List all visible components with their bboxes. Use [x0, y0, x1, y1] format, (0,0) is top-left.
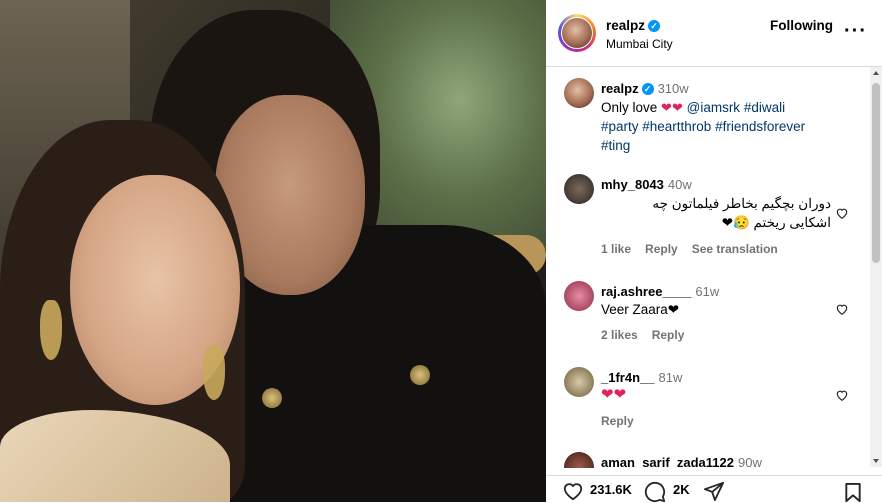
- comment-username[interactable]: mhy_8043 40w: [601, 177, 692, 192]
- story-ring[interactable]: [558, 14, 596, 52]
- list-item: aman_sarif_zada1122 90w: [546, 452, 868, 468]
- action-bar: 231.6K 2K: [546, 475, 882, 503]
- post-header: realpz ✓ Mumbai City Following ···: [546, 0, 882, 67]
- comment-text: دوران بچگیم بخاطر فیلماتون چه اشکایی ریخ…: [591, 194, 831, 232]
- caption-line: Only love: [601, 100, 658, 115]
- earring: [40, 300, 62, 360]
- avatar[interactable]: [564, 452, 594, 468]
- see-translation-button[interactable]: See translation: [692, 242, 778, 256]
- post-location[interactable]: Mumbai City: [606, 37, 673, 51]
- comment-time: 90w: [737, 455, 762, 468]
- mention-link[interactable]: @iamsrk #diwali: [687, 100, 785, 115]
- more-options-icon[interactable]: ···: [844, 20, 867, 43]
- comment-username[interactable]: _1fr4n__ 81w: [601, 370, 682, 385]
- comment-username-text[interactable]: mhy_8043: [601, 177, 664, 192]
- post-username-text[interactable]: realpz: [606, 18, 645, 33]
- reply-button[interactable]: Reply: [645, 242, 678, 256]
- scroll-down-icon[interactable]: [873, 459, 879, 463]
- reply-button[interactable]: Reply: [652, 328, 685, 342]
- comment-username-text[interactable]: raj.ashree____: [601, 284, 691, 299]
- avatar[interactable]: [564, 281, 594, 311]
- comment-username-text[interactable]: aman_sarif_zada1122: [601, 455, 734, 468]
- following-button[interactable]: Following: [770, 18, 833, 33]
- reply-button[interactable]: Reply: [601, 414, 634, 428]
- post-sidebar: realpz ✓ Mumbai City Following ··· realpz…: [546, 0, 882, 503]
- comment-meta: Reply: [601, 414, 648, 428]
- verified-badge-icon: ✓: [648, 20, 661, 32]
- post-username[interactable]: realpz ✓: [606, 18, 661, 33]
- comment-meta: 1 like Reply See translation: [601, 242, 792, 256]
- earring: [203, 345, 225, 400]
- post-photo[interactable]: [0, 0, 546, 502]
- avatar[interactable]: [564, 174, 594, 204]
- scrollbar-thumb[interactable]: [872, 83, 880, 263]
- likes-count[interactable]: 2 likes: [601, 328, 638, 342]
- avatar[interactable]: [564, 367, 594, 397]
- comment-text: ❤❤: [601, 386, 627, 403]
- comment-icon[interactable]: [644, 481, 666, 503]
- like-heart-icon[interactable]: [835, 206, 849, 220]
- comment-text-line: اشکایی ریختم 😥❤: [721, 215, 831, 230]
- jacket-button: [262, 388, 282, 408]
- avatar[interactable]: [564, 78, 594, 108]
- save-bookmark-icon[interactable]: [844, 482, 862, 503]
- comment-time: 40w: [667, 177, 692, 192]
- comment-username[interactable]: raj.ashree____ 61w: [601, 284, 719, 299]
- heart-emoji: ❤❤: [661, 100, 683, 115]
- verified-badge-icon: ✓: [641, 83, 654, 95]
- comments-count[interactable]: 2K: [673, 482, 690, 497]
- caption-username-text[interactable]: realpz: [601, 81, 639, 96]
- scroll-up-icon[interactable]: [873, 71, 879, 75]
- likes-count[interactable]: 1 like: [601, 242, 631, 256]
- caption-time: 310w: [657, 81, 689, 96]
- comment-username[interactable]: aman_sarif_zada1122 90w: [601, 455, 762, 468]
- jacket-button: [410, 365, 430, 385]
- share-icon[interactable]: [703, 481, 725, 501]
- comment-username-text[interactable]: _1fr4n__: [601, 370, 654, 385]
- comment-text-line: دوران بچگیم بخاطر فیلماتون چه: [652, 196, 831, 211]
- caption-username[interactable]: realpz ✓ 310w: [601, 81, 689, 96]
- comments-scrollbar[interactable]: [870, 67, 882, 467]
- hashtag-link[interactable]: #party #heartthrob #friendsforever: [601, 119, 805, 134]
- like-heart-icon[interactable]: [835, 302, 849, 316]
- hashtag-link[interactable]: #ting: [601, 138, 630, 153]
- caption-text: Only love ❤❤ @iamsrk #diwali #party #hea…: [601, 98, 831, 155]
- like-heart-icon[interactable]: [835, 388, 849, 402]
- comment-text: Veer Zaara❤: [601, 302, 680, 317]
- comment-time: 81w: [658, 370, 683, 385]
- like-heart-icon[interactable]: [562, 481, 584, 501]
- avatar[interactable]: [561, 17, 593, 49]
- likes-count[interactable]: 231.6K: [590, 482, 632, 497]
- comment-time: 61w: [695, 284, 720, 299]
- comment-meta: 2 likes Reply: [601, 328, 698, 342]
